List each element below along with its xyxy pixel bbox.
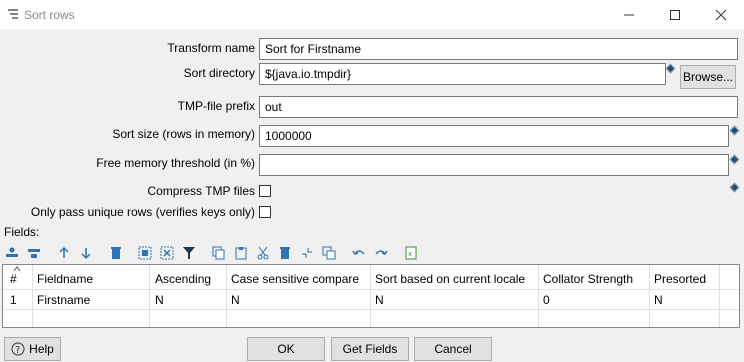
- transform-name-label: Transform name: [167, 41, 255, 55]
- column-header[interactable]: Collator Strength: [543, 272, 633, 286]
- column-header[interactable]: Ascending: [155, 272, 211, 286]
- sort-size-label: Sort size (rows in memory): [112, 127, 255, 141]
- title-bar: Sort rows: [0, 0, 744, 30]
- free-memory-label: Free memory threshold (in %): [96, 156, 255, 170]
- copy-icon[interactable]: [212, 246, 226, 260]
- tmp-prefix-field[interactable]: out: [259, 96, 738, 118]
- table-cell[interactable]: N: [231, 293, 240, 307]
- transform-name-field[interactable]: Sort for Firstname: [259, 38, 738, 60]
- collapse-icon[interactable]: [300, 246, 314, 260]
- help-icon: ?: [11, 342, 25, 356]
- minimize-button[interactable]: [606, 0, 652, 30]
- column-header[interactable]: Presorted: [654, 272, 706, 286]
- column-header[interactable]: Fieldname: [37, 272, 93, 286]
- compress-label: Compress TMP files: [147, 184, 255, 198]
- table-cell[interactable]: N: [155, 293, 164, 307]
- delete-row-icon[interactable]: [27, 246, 41, 260]
- sort-directory-label: Sort directory: [183, 66, 255, 80]
- ok-button[interactable]: OK: [247, 337, 325, 361]
- unique-rows-checkbox[interactable]: [259, 206, 271, 218]
- variable-icon: [729, 125, 740, 136]
- variable-icon: [729, 182, 740, 193]
- select-all-icon[interactable]: [138, 246, 152, 260]
- table-cell[interactable]: 0: [543, 293, 550, 307]
- window-title: Sort rows: [24, 8, 75, 22]
- tmp-prefix-label: TMP-file prefix: [177, 99, 255, 113]
- paste-icon[interactable]: [234, 246, 248, 260]
- export-icon[interactable]: x: [404, 246, 418, 260]
- svg-text:x: x: [408, 250, 412, 258]
- help-button[interactable]: ? Help: [4, 337, 61, 361]
- close-button[interactable]: [698, 0, 744, 30]
- filter-icon[interactable]: [182, 246, 196, 260]
- duplicate-icon[interactable]: [322, 246, 336, 260]
- clear-icon[interactable]: [109, 246, 123, 260]
- deselect-icon[interactable]: [160, 246, 174, 260]
- table-cell[interactable]: Firstname: [37, 293, 90, 307]
- close-icon: [715, 9, 727, 21]
- help-label: Help: [29, 342, 54, 356]
- sort-icon: [8, 9, 18, 19]
- column-header[interactable]: Case sensitive compare: [231, 272, 359, 286]
- svg-text:?: ?: [15, 345, 20, 356]
- table-cell[interactable]: N: [375, 293, 384, 307]
- column-header[interactable]: #: [10, 272, 17, 286]
- redo-icon[interactable]: [374, 246, 388, 260]
- maximize-icon: [670, 10, 680, 20]
- maximize-button[interactable]: [652, 0, 698, 30]
- browse-button[interactable]: Browse...: [680, 65, 736, 89]
- fields-table[interactable]: # Fieldname Ascending Case sensitive com…: [2, 264, 740, 328]
- delete-icon[interactable]: [278, 246, 292, 260]
- minimize-icon: [624, 14, 634, 16]
- table-cell[interactable]: 1: [10, 293, 17, 307]
- move-up-icon[interactable]: [57, 246, 71, 260]
- unique-rows-label: Only pass unique rows (verifies keys onl…: [30, 205, 255, 219]
- variable-icon: [729, 154, 740, 165]
- sort-directory-field[interactable]: ${java.io.tmpdir}: [259, 63, 666, 85]
- fields-label: Fields:: [4, 225, 40, 239]
- undo-icon[interactable]: [352, 246, 366, 260]
- compress-checkbox[interactable]: [259, 185, 271, 197]
- cut-icon[interactable]: [256, 246, 270, 260]
- cancel-button[interactable]: Cancel: [414, 337, 492, 361]
- move-down-icon[interactable]: [79, 246, 93, 260]
- get-fields-button[interactable]: Get Fields: [331, 337, 409, 361]
- sort-size-field[interactable]: 1000000: [259, 125, 729, 147]
- table-cell[interactable]: N: [654, 293, 663, 307]
- insert-row-icon[interactable]: [5, 246, 19, 260]
- column-header[interactable]: Sort based on current locale: [375, 272, 525, 286]
- free-memory-field[interactable]: [259, 154, 729, 176]
- variable-icon: [665, 63, 676, 74]
